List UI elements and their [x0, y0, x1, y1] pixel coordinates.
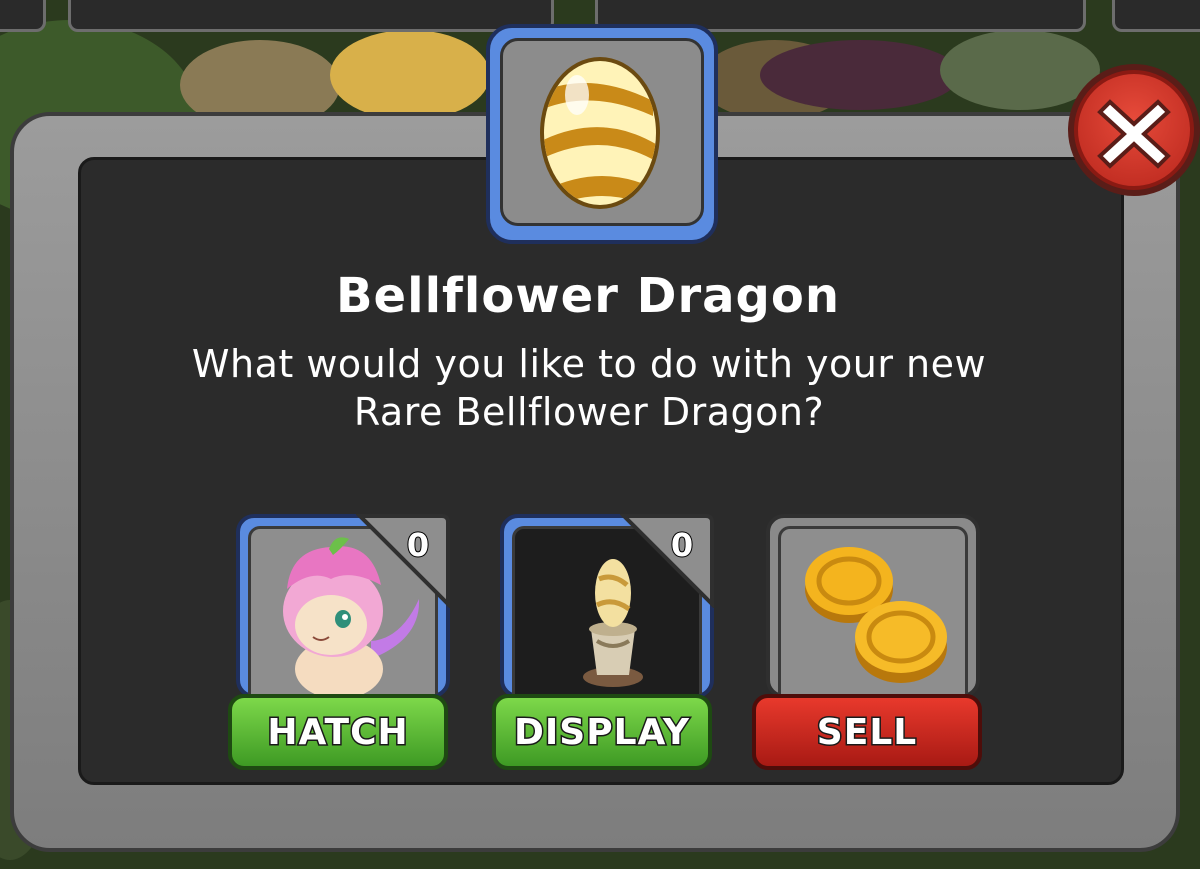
sell-button[interactable]: SELL	[752, 694, 982, 770]
egg-slot	[486, 24, 718, 244]
hatch-button[interactable]: HATCH	[228, 694, 448, 770]
sell-slot	[778, 526, 968, 694]
egg-slot-inner	[500, 38, 704, 226]
close-x-icon	[1097, 99, 1171, 169]
dialog-title: Bellflower Dragon	[335, 268, 841, 324]
gold-coins-icon	[805, 547, 947, 683]
close-button-ring	[1074, 70, 1194, 190]
close-button[interactable]	[1068, 64, 1200, 196]
striped-golden-egg-icon	[540, 57, 660, 209]
display-count: 0	[670, 525, 694, 565]
display-button[interactable]: DISPLAY	[492, 694, 712, 770]
display-card[interactable]: 0	[500, 514, 714, 698]
dialog-message: What would you like to do with your new …	[191, 342, 987, 434]
hatch-count: 0	[406, 525, 430, 565]
hatch-card[interactable]: 0	[236, 514, 450, 699]
sell-card[interactable]	[766, 514, 980, 698]
